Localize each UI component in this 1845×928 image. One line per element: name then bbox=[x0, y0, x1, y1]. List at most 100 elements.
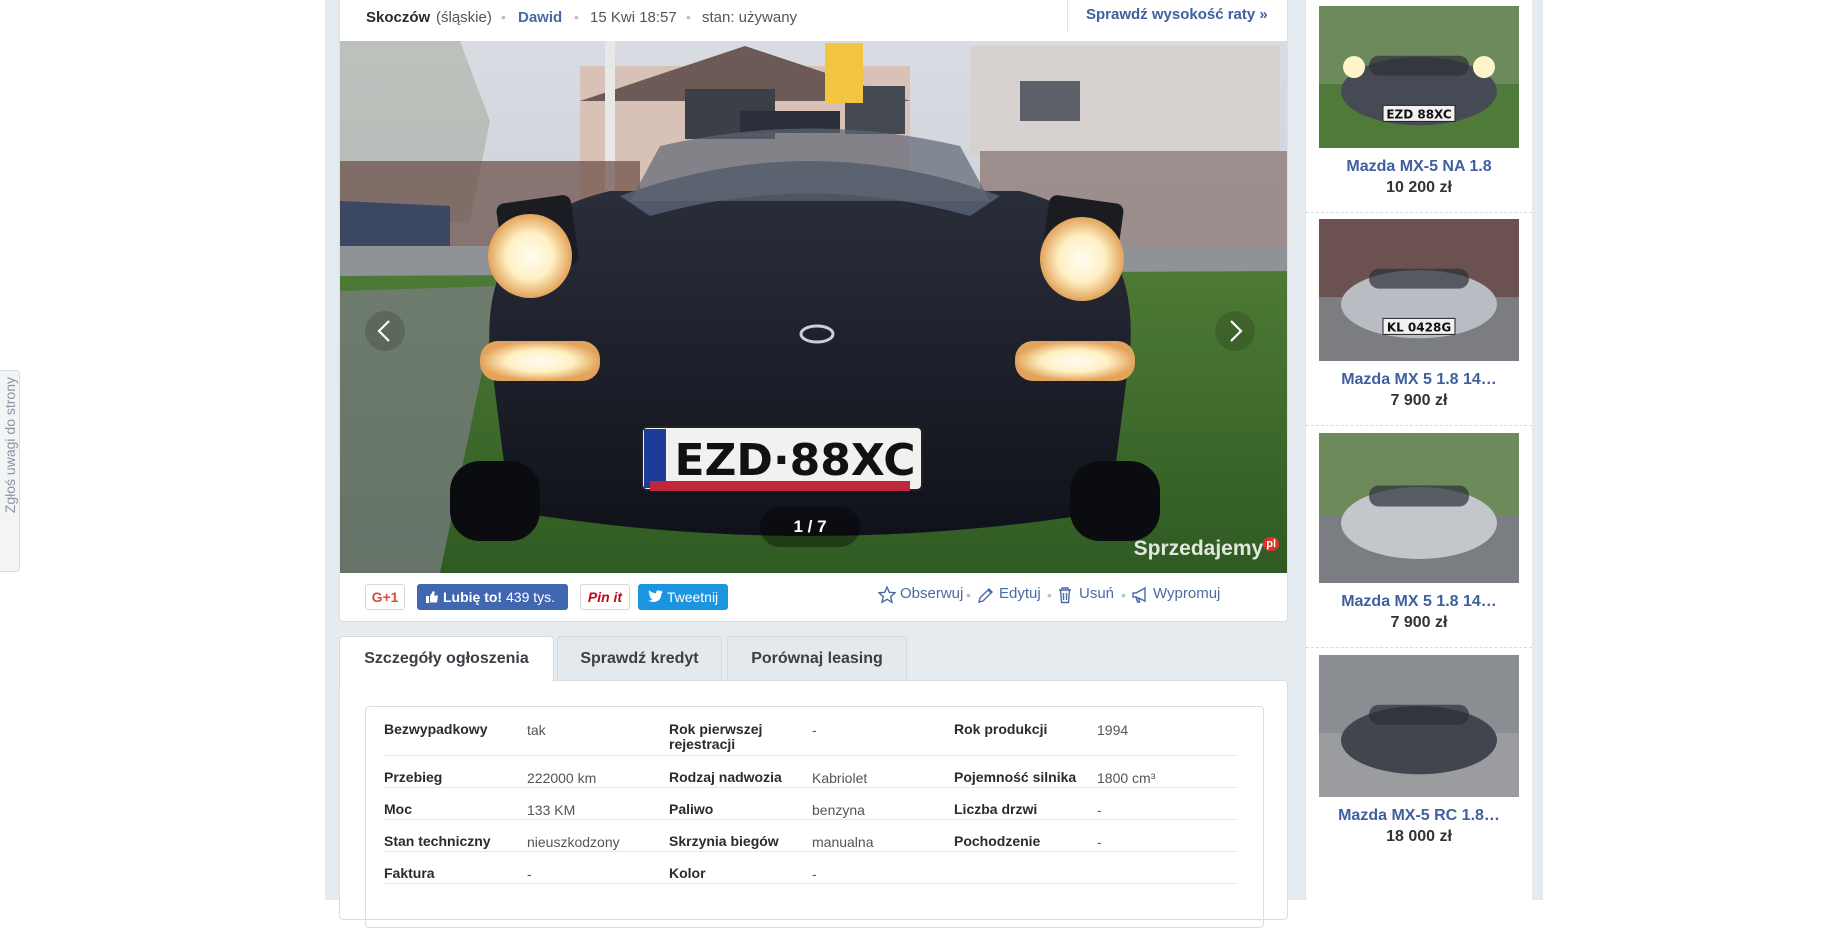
tweet-button[interactable]: Tweetnij bbox=[638, 584, 728, 610]
param-value: - bbox=[527, 866, 532, 882]
similar-listing-price: 10 200 zł bbox=[1386, 179, 1452, 196]
param-label: Kolor bbox=[669, 865, 706, 881]
thumbnail-plate: EZD 88XC bbox=[1386, 107, 1452, 121]
param-label: Liczba drzwi bbox=[954, 801, 1038, 817]
star-icon bbox=[878, 586, 896, 604]
param-value: manualna bbox=[812, 834, 874, 850]
google-plus-button[interactable]: G+1 bbox=[365, 584, 405, 610]
svg-text:EZD·88XC: EZD·88XC bbox=[674, 435, 915, 486]
param-value: - bbox=[812, 722, 817, 738]
param-value: 1800 cm³ bbox=[1097, 770, 1156, 786]
listing-condition: stan: używany bbox=[702, 9, 798, 26]
similar-listing-card[interactable]: Mazda MX-5 RC 1.8… 18 000 zł bbox=[1319, 655, 1519, 867]
installment-link[interactable]: Sprawdź wysokość raty » bbox=[1086, 6, 1268, 23]
social-share-bar: G+1 Lubię to! 439 tys. Pin it Tweetnij O… bbox=[340, 575, 1287, 619]
pencil-icon bbox=[978, 588, 993, 603]
report-feedback-tab[interactable]: Zgłoś uwagi do strony bbox=[0, 370, 20, 572]
megaphone-icon bbox=[1132, 586, 1146, 603]
param-value: - bbox=[812, 866, 817, 882]
sidebar-divider bbox=[1306, 425, 1532, 426]
location-region: (śląskie) bbox=[436, 9, 492, 26]
similar-listing-card[interactable]: KL 0428G Mazda MX 5 1.8 14… 7 900 zł bbox=[1319, 219, 1519, 431]
similar-listing-title[interactable]: Mazda MX 5 1.8 14… bbox=[1319, 593, 1519, 611]
similar-listing-card[interactable]: Mazda MX 5 1.8 14… 7 900 zł bbox=[1319, 433, 1519, 653]
separator-dot: • bbox=[501, 9, 506, 25]
facebook-like-button[interactable]: Lubię to! 439 tys. bbox=[417, 584, 568, 610]
photo-counter: 1 / 7 bbox=[760, 507, 860, 547]
photo-gallery[interactable]: EZD·88XC 1 / 7 Sprzedajemy pl bbox=[340, 41, 1287, 573]
params-row: Moc 133 KM Paliwo benzyna Liczba drzwi - bbox=[384, 787, 1237, 820]
param-value: benzyna bbox=[812, 802, 865, 818]
params-row: Faktura - Kolor - bbox=[384, 851, 1237, 884]
seller-name[interactable]: Dawid bbox=[518, 9, 562, 26]
separator-dot: • bbox=[686, 9, 691, 25]
param-label: Faktura bbox=[384, 865, 435, 881]
similar-listing-price: 18 000 zł bbox=[1386, 828, 1452, 845]
thumbs-up-icon bbox=[426, 591, 438, 603]
similar-listing-title[interactable]: Mazda MX-5 RC 1.8… bbox=[1319, 807, 1519, 825]
similar-listing-title[interactable]: Mazda MX-5 NA 1.8 bbox=[1319, 158, 1519, 176]
similar-listing-title[interactable]: Mazda MX 5 1.8 14… bbox=[1319, 371, 1519, 389]
similar-listing-price: 7 900 zł bbox=[1390, 392, 1448, 409]
listing-thumbnail: KL 0428G bbox=[1319, 219, 1519, 361]
tab-compare-leasing[interactable]: Porównaj leasing bbox=[727, 636, 907, 680]
param-label: Paliwo bbox=[669, 801, 714, 817]
details-panel: Bezwypadkowy tak Rok pierwszej rejestracji… bbox=[339, 680, 1288, 928]
param-value: nieuszkodzony bbox=[527, 834, 620, 850]
edit-button[interactable]: Edytuj bbox=[977, 585, 1041, 603]
param-label: Moc bbox=[384, 801, 412, 817]
listing-panel: Skoczów (śląskie) • Dawid • 15 Kwi 18:57… bbox=[339, 0, 1288, 622]
separator-dot: • bbox=[1047, 587, 1052, 603]
listing-meta-bar: Skoczów (śląskie) • Dawid • 15 Kwi 18:57… bbox=[340, 0, 1289, 41]
watch-button[interactable]: Obserwuj bbox=[878, 585, 963, 604]
param-label: Skrzynia biegów bbox=[669, 833, 779, 849]
param-label: Rok pierwszej rejestracji bbox=[669, 721, 763, 752]
param-label: Bezwypadkowy bbox=[384, 721, 488, 737]
params-row: Przebieg 222000 km Rodzaj nadwozia Kabriole… bbox=[384, 755, 1237, 788]
chevron-left-icon bbox=[365, 311, 405, 351]
param-value: tak bbox=[527, 722, 546, 738]
params-row: Bezwypadkowy tak Rok pierwszej rejestracji… bbox=[384, 707, 1237, 756]
parameters-table: Bezwypadkowy tak Rok pierwszej rejestracji… bbox=[365, 706, 1264, 928]
separator-dot: • bbox=[966, 587, 971, 603]
separator-dot: • bbox=[1121, 587, 1126, 603]
param-label: Pojemność silnika bbox=[954, 769, 1077, 785]
similar-listing-card[interactable]: EZD 88XC Mazda MX-5 NA 1.8 10 200 zł bbox=[1319, 6, 1519, 218]
location-city[interactable]: Skoczów bbox=[366, 9, 430, 26]
tab-check-credit[interactable]: Sprawdź kredyt bbox=[557, 636, 722, 680]
similar-listings-sidebar: EZD 88XC Mazda MX-5 NA 1.8 10 200 zł KL 042… bbox=[1305, 0, 1532, 900]
listing-thumbnail: EZD 88XC bbox=[1319, 6, 1519, 148]
pinterest-button[interactable]: Pin it bbox=[580, 584, 630, 610]
param-value: - bbox=[1097, 834, 1102, 850]
params-row: Stan techniczny nieuszkodzony Skrzynia bie… bbox=[384, 819, 1237, 852]
param-value: 133 KM bbox=[527, 802, 576, 818]
listing-thumbnail bbox=[1319, 655, 1519, 797]
trash-icon bbox=[1059, 587, 1071, 604]
page-content: Skoczów (śląskie) • Dawid • 15 Kwi 18:57… bbox=[325, 0, 1543, 928]
separator-dot: • bbox=[574, 9, 579, 25]
param-label: Przebieg bbox=[384, 769, 443, 785]
gallery-next-button[interactable] bbox=[1215, 311, 1255, 351]
promote-button[interactable]: Wypromuj bbox=[1131, 585, 1220, 603]
sidebar-divider bbox=[1306, 647, 1532, 648]
param-label: Pochodzenie bbox=[954, 833, 1041, 849]
listing-column: Skoczów (śląskie) • Dawid • 15 Kwi 18:57… bbox=[339, 0, 1288, 928]
param-label: Stan techniczny bbox=[384, 833, 491, 849]
delete-button[interactable]: Usuń bbox=[1057, 585, 1114, 604]
car-photo: EZD·88XC bbox=[340, 41, 1287, 573]
listing-thumbnail bbox=[1319, 433, 1519, 583]
gallery-prev-button[interactable] bbox=[365, 311, 405, 351]
param-value: - bbox=[1097, 802, 1102, 818]
sidebar-divider bbox=[1306, 212, 1532, 213]
tab-listing-details[interactable]: Szczegóły ogłoszenia bbox=[339, 636, 554, 682]
similar-listing-price: 7 900 zł bbox=[1390, 614, 1448, 631]
param-label: Rodzaj nadwozia bbox=[669, 769, 782, 785]
thumbnail-plate: KL 0428G bbox=[1387, 320, 1451, 334]
twitter-bird-icon bbox=[647, 590, 663, 603]
param-value: 222000 km bbox=[527, 770, 597, 786]
listing-date: 15 Kwi 18:57 bbox=[590, 9, 677, 26]
watermark-logo: Sprzedajemy pl bbox=[1134, 537, 1279, 561]
param-value: Kabriolet bbox=[812, 770, 868, 786]
chevron-right-icon bbox=[1215, 311, 1255, 351]
param-label: Rok produkcji bbox=[954, 721, 1048, 737]
